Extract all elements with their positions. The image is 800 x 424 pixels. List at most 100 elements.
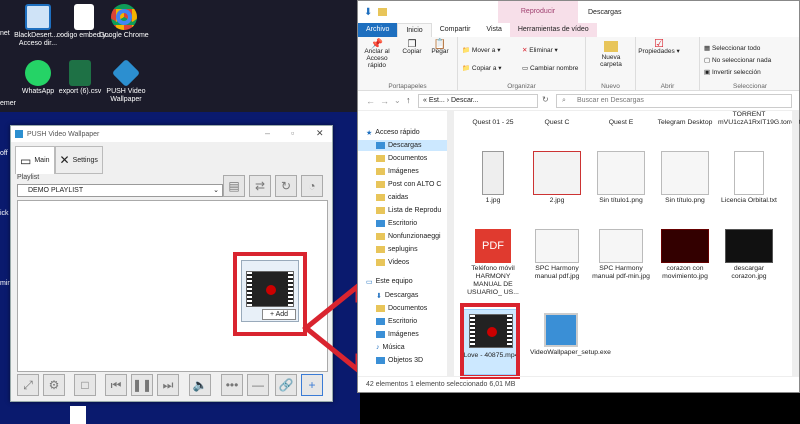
fullscreen-button[interactable]: ⤢ <box>17 374 39 396</box>
select-all-button[interactable]: ▦ Seleccionar todo <box>704 45 760 52</box>
mute-button[interactable]: 🔈 <box>189 374 211 396</box>
file-item[interactable]: 2.jpg <box>526 151 588 205</box>
file-item[interactable]: PDF Teléfono móvil HARMONY MANUAL DE USUA… <box>462 229 524 297</box>
desktop-folder-icon <box>376 318 385 325</box>
desktop-file-icon[interactable] <box>70 406 86 424</box>
file-item[interactable]: Sin título.png <box>654 151 716 205</box>
invert-selection-button[interactable]: ▣ Invertir selección <box>704 69 761 76</box>
close-button[interactable]: ✕ <box>316 128 324 139</box>
chevron-down-icon[interactable]: ⌄ <box>394 96 401 105</box>
nav-pc-documentos[interactable]: Documentos <box>376 303 427 314</box>
file-item[interactable]: Quest C <box>526 119 588 127</box>
playlist-doc-button[interactable]: ▤ <box>223 175 245 197</box>
add-video-tile[interactable]: + Add <box>241 260 299 322</box>
file-item[interactable]: Sin título1.png <box>590 151 652 205</box>
up-icon[interactable]: ↑ <box>406 95 411 105</box>
content-scrollbar[interactable] <box>792 111 799 377</box>
nav-seplugins[interactable]: seplugins <box>376 244 418 255</box>
group-new: Nueva carpeta Nuevo <box>586 37 636 91</box>
tab-archivo[interactable]: Archivo <box>358 23 398 37</box>
group-open: ☑ Propiedades ▾ Abrir <box>636 37 700 91</box>
add-url-button[interactable]: 🔗 <box>275 374 297 396</box>
back-icon[interactable]: ← <box>366 96 375 106</box>
select-none-button[interactable]: ▢ No seleccionar nada <box>704 57 771 64</box>
file-item[interactable]: SPC Harmony manual pdf-min.jpg <box>590 229 652 281</box>
tools-icon: ✕ <box>59 153 70 167</box>
file-item[interactable]: SPC Harmony manual pdf.jpg <box>526 229 588 281</box>
nav-lista[interactable]: Lista de Reprodu <box>376 205 441 216</box>
forward-icon[interactable]: → <box>380 96 389 106</box>
paste-button[interactable]: 📋 Pegar <box>426 40 454 56</box>
tab-vista[interactable]: Vista <box>478 23 509 37</box>
text-file-icon <box>74 4 94 30</box>
nav-imagenes[interactable]: Imágenes <box>376 166 419 177</box>
nav-videos[interactable]: Videos <box>376 257 409 268</box>
file-item[interactable]: VideoWallpaper_setup.exe <box>530 313 611 357</box>
edge-label: net <box>0 30 10 37</box>
nav-documentos[interactable]: Documentos <box>376 153 427 164</box>
image-thumbnail <box>597 151 645 195</box>
tab-main[interactable]: ▭ Main <box>15 146 55 174</box>
desktop-icon-push[interactable]: PUSH Video Wallpaper <box>98 58 154 104</box>
minimize-button[interactable]: – <box>265 128 270 138</box>
stop-button[interactable]: □ <box>74 374 96 396</box>
nav-escritorio[interactable]: Escritorio <box>376 218 417 229</box>
file-item[interactable]: Telegram Desktop <box>654 119 716 127</box>
playlist-label: Playlist <box>17 174 40 181</box>
image-thumbnail <box>725 229 773 263</box>
nav-pc-imagenes[interactable]: Imágenes <box>376 329 419 340</box>
tab-herramientas-video[interactable]: Herramientas de vídeo <box>509 23 597 37</box>
nav-pc-descargas[interactable]: ⬇ Descargas <box>376 290 418 301</box>
tab-compartir[interactable]: Compartir <box>432 23 479 37</box>
pin-button[interactable]: 📌 Anclar al Acceso rápido <box>360 40 394 70</box>
tab-inicio[interactable]: Inicio <box>397 23 432 37</box>
playlist-select[interactable]: DEMO PLAYLIST ⌄ <box>17 184 223 197</box>
nav-nonfunziona[interactable]: Nonfunzionaeggi <box>376 231 441 242</box>
shuffle-button[interactable]: ⇄ <box>249 175 271 197</box>
rename-button[interactable]: ▭ Cambiar nombre <box>522 65 578 72</box>
properties-button[interactable]: ☑ Propiedades ▾ <box>638 39 680 56</box>
nav-descargas[interactable]: Descargas <box>358 140 453 151</box>
tab-settings[interactable]: ✕ Settings <box>54 146 103 174</box>
search-input[interactable]: ⌕ Buscar en Descargas <box>556 94 792 108</box>
file-item[interactable]: TORRENT mVU1czA1RxIT19G.torrent <box>718 111 800 127</box>
nav-caidas[interactable]: caidas <box>376 192 408 203</box>
move-to-button[interactable]: 📁 Mover a ▾ <box>462 47 500 54</box>
repeat-button[interactable]: ↻ <box>275 175 297 197</box>
file-item[interactable]: descargar corazon.jpg <box>718 229 780 281</box>
link-icon: 🔗 <box>278 378 294 392</box>
delete-button[interactable]: ✕ Eliminar ▾ <box>522 47 558 54</box>
red-heart-icon <box>266 285 276 295</box>
more-button[interactable]: ••• <box>221 374 243 396</box>
nav-quick-access[interactable]: ★ Acceso rápido <box>366 127 420 138</box>
nav-pc-objetos3d[interactable]: Objetos 3D <box>376 355 423 366</box>
previous-button[interactable]: ⏮ <box>105 374 127 396</box>
new-folder-button[interactable]: Nueva carpeta <box>592 41 630 68</box>
next-button[interactable]: ⏭ <box>157 374 179 396</box>
pause-button[interactable]: ❚❚ <box>131 374 153 396</box>
timer-button[interactable]: ◔ <box>301 175 323 197</box>
file-item[interactable]: 1.jpg <box>462 151 524 205</box>
folder-icon <box>376 168 385 175</box>
copy-to-button[interactable]: 📁 Copiar a ▾ <box>462 65 502 72</box>
file-item[interactable]: Licencia Orbital.txt <box>718 151 780 205</box>
nav-pc-musica[interactable]: ♪ Música <box>376 342 405 353</box>
nav-pc-escritorio[interactable]: Escritorio <box>376 316 417 327</box>
refresh-icon[interactable]: ↻ <box>542 95 549 104</box>
file-item[interactable]: corazon con movimiento.jpg <box>654 229 716 281</box>
settings-button[interactable]: ⚙ <box>43 374 65 396</box>
context-tab-reproducir[interactable]: Reproducir <box>498 1 578 23</box>
desktop-icon-chrome[interactable]: Google Chrome <box>96 4 152 40</box>
address-bar[interactable]: « Est... › Descar... <box>418 94 538 108</box>
copy-button[interactable]: ❐ Copiar <box>398 40 426 56</box>
file-item[interactable]: Quest E <box>590 119 652 127</box>
expand-icon: ⤢ <box>23 377 33 392</box>
add-button[interactable]: + Add <box>262 309 296 320</box>
push-app-icon <box>15 130 23 138</box>
nav-post[interactable]: Post con ALTO C <box>376 179 441 190</box>
remove-button[interactable]: — <box>247 374 269 396</box>
maximize-button[interactable]: ▫ <box>291 128 294 138</box>
nav-scrollbar[interactable] <box>447 111 454 377</box>
nav-este-equipo[interactable]: ▭ Este equipo <box>366 276 413 287</box>
file-item[interactable]: Quest 01 - 25 <box>462 119 524 127</box>
